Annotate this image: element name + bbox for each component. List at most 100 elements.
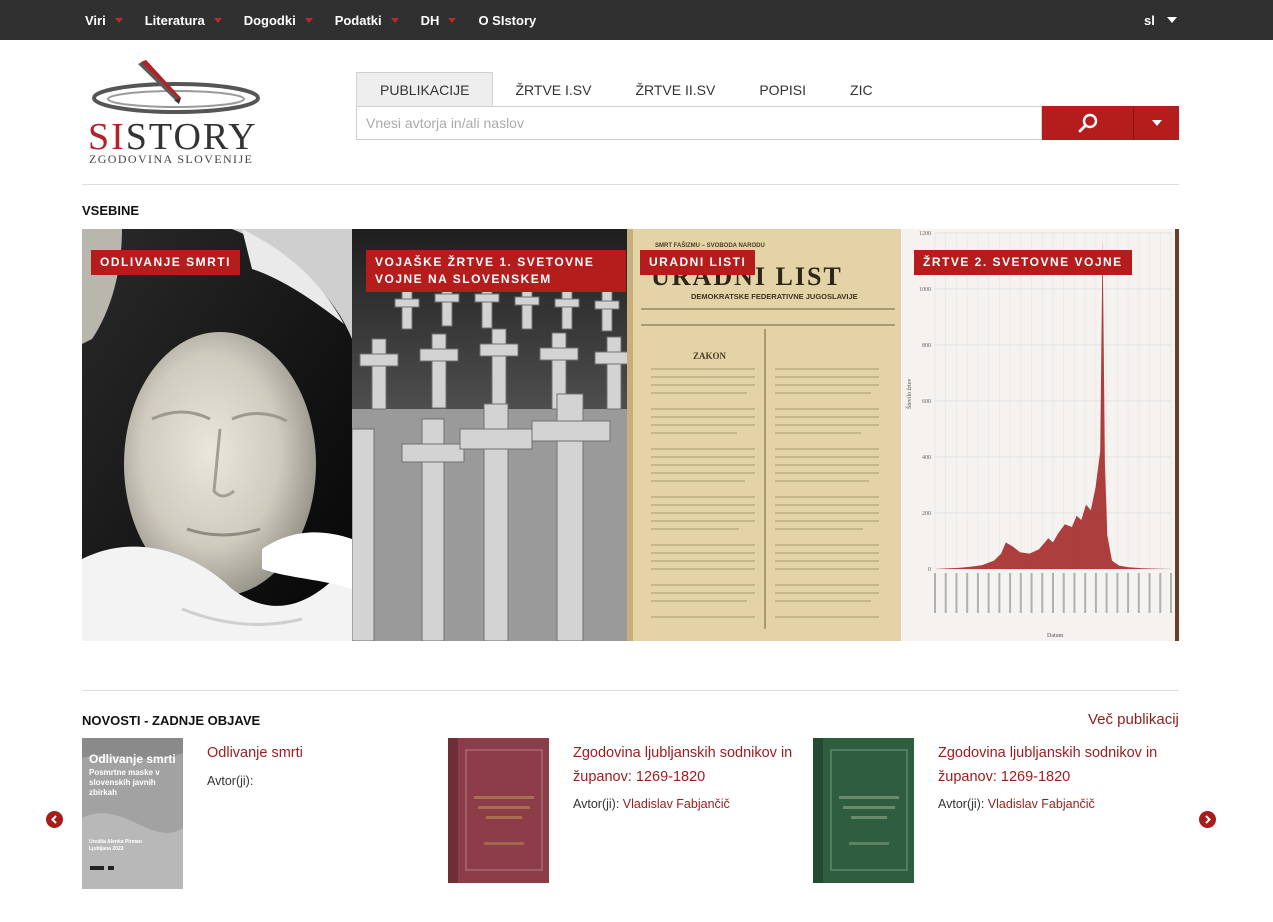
publication-title[interactable]: Zgodovina ljubljanskih sodnikov in župan… <box>573 741 795 789</box>
tile-odlivanje-smrti[interactable]: ODLIVANJE SMRTI <box>82 229 352 641</box>
author-link[interactable]: Vladislav Fabjančič <box>623 797 730 811</box>
tab-publikacije[interactable]: PUBLIKACIJE <box>356 72 494 107</box>
chevron-down-icon <box>1166 17 1177 23</box>
chart-x-tick-mark <box>1137 573 1140 613</box>
menu-item-o-sistory[interactable]: O SIstory <box>478 13 536 28</box>
logo-pen-icon <box>92 60 260 114</box>
cover-texture <box>448 738 549 883</box>
publication-title[interactable]: Odlivanje smrti <box>207 741 422 765</box>
chart-x-tick-mark <box>1105 573 1108 613</box>
chart-x-tick-mark <box>1073 573 1076 613</box>
chart-tick-label: 600 <box>922 399 931 405</box>
chart-x-tick-mark <box>966 573 969 613</box>
author-link[interactable]: Vladislav Fabjančič <box>988 797 1095 811</box>
menu-item-dogodki[interactable]: Dogodki <box>244 13 313 28</box>
menu-item-label: Dogodki <box>243 12 296 28</box>
menu-item-label: O SIstory <box>478 12 537 28</box>
tab-popisi[interactable]: POPISI <box>737 72 828 107</box>
chart-x-tick-mark <box>1084 573 1087 613</box>
chart-x-tick-mark <box>1052 573 1054 613</box>
cover-place-year: Ljubljana 2023 <box>89 846 124 852</box>
tile-label: ODLIVANJE SMRTI <box>91 250 240 275</box>
chevron-down-icon <box>1151 120 1162 126</box>
tab-zrtve-1sv[interactable]: ŽRTVE I.SV <box>493 72 613 107</box>
chart-x-tick-mark <box>1009 573 1012 613</box>
search-options-dropdown[interactable] <box>1133 106 1179 140</box>
tile-zrtve-2sv[interactable]: 1200 1000 800 600 400 200 0 Število žrtev Datu… <box>901 229 1179 641</box>
menu-item-viri[interactable]: Viri <box>85 13 123 28</box>
tile-label: VOJAŠKE ŽRTVE 1. SVETOVNE VOJNE NA SLOVE… <box>366 250 626 292</box>
menu-item-label: Viri <box>85 12 106 28</box>
section-title-vsebine: VSEBINE <box>82 203 140 218</box>
section-title-novosti: NOVOSTI - ZADNJE OBJAVE <box>82 713 261 728</box>
chevron-down-icon <box>390 17 399 23</box>
search-tabs: PUBLIKACIJE ŽRTVE I.SV ŽRTVE II.SV POPIS… <box>356 72 895 107</box>
carousel-next-button[interactable] <box>1199 811 1216 828</box>
publication-title[interactable]: Zgodovina ljubljanskih sodnikov in župan… <box>938 741 1160 789</box>
search-input[interactable] <box>357 107 1041 139</box>
chart-y-label: Število žrtev <box>905 379 913 410</box>
language-label: sl <box>1144 12 1155 28</box>
chart-x-tick-mark <box>987 573 990 613</box>
tab-zrtve-2sv[interactable]: ŽRTVE II.SV <box>613 72 737 107</box>
cover-title: Odlivanje smrti <box>89 752 176 766</box>
chart-x-label: Datum <box>1047 633 1064 639</box>
logo-tagline: ZGODOVINA SLOVENIJE <box>89 152 254 166</box>
chart-x-tick-mark <box>1159 573 1162 613</box>
chevron-down-icon <box>448 17 457 23</box>
chart-x-tick-mark <box>1127 573 1130 613</box>
divider <box>82 690 1179 691</box>
menu-item-label: Podatki <box>334 12 382 28</box>
site-logo[interactable]: SISTORY ZGODOVINA SLOVENIJE <box>86 58 266 170</box>
chart-x-tick-mark <box>1170 573 1172 613</box>
publication-author: Avtor(ji): <box>207 774 254 788</box>
tile-label: URADNI LISTI <box>640 250 756 275</box>
language-selector[interactable]: sl <box>1144 0 1177 40</box>
main-menu: Viri Literatura Dogodki Podatki DH O SIs… <box>85 0 558 40</box>
chevron-down-icon <box>213 17 222 23</box>
tab-zic[interactable]: ZIC <box>828 72 895 107</box>
publication-cover[interactable] <box>813 738 914 883</box>
victims-chart-image: 1200 1000 800 600 400 200 0 Število žrtev Datu… <box>901 229 1179 641</box>
carousel-prev-button[interactable] <box>46 811 63 828</box>
chevron-down-icon <box>304 17 313 23</box>
chart-x-tick-mark <box>1019 573 1022 613</box>
chart-x-tick-mark <box>1030 573 1033 613</box>
chart-tick-label: 1200 <box>919 231 931 237</box>
menu-item-label: Literatura <box>144 12 205 28</box>
death-mask-image <box>82 229 352 641</box>
menu-item-dh[interactable]: DH <box>421 13 457 28</box>
chart-tick-label: 800 <box>922 343 931 349</box>
content-tiles: ODLIVANJE SMRTI VOJAŠKE ŽRTVE 1. SVETOVN… <box>82 229 1179 641</box>
search-icon <box>1078 113 1097 133</box>
divider <box>82 184 1179 185</box>
menu-item-podatki[interactable]: Podatki <box>335 13 399 28</box>
chart-x-tick-mark <box>1094 573 1097 613</box>
publication-author: Avtor(ji): Vladislav Fabjančič <box>938 797 1095 811</box>
tile-vojaske-zrtve-1sv[interactable]: VOJAŠKE ŽRTVE 1. SVETOVNE VOJNE NA SLOVE… <box>352 229 627 641</box>
menu-item-literatura[interactable]: Literatura <box>145 13 222 28</box>
publication-cover[interactable]: Odlivanje smrti Posmrtne maske v slovens… <box>82 738 183 889</box>
chart-x-tick-mark <box>976 573 979 613</box>
publication-cover[interactable] <box>448 738 549 883</box>
newspaper-image: ZAKON SMRT FAŠIZMU – SVOBODA NARODU URAD… <box>627 229 901 641</box>
chevron-down-icon <box>114 17 123 23</box>
chart-tick-label: 1000 <box>919 287 931 293</box>
newspaper-small-header: SMRT FAŠIZMU – SVOBODA NARODU <box>655 241 765 249</box>
chart-x-tick-mark <box>934 573 936 613</box>
tile-uradni-listi[interactable]: ZAKON SMRT FAŠIZMU – SVOBODA NARODU URAD… <box>627 229 901 641</box>
chart-x-tick-mark <box>1062 573 1065 613</box>
chart-tick-label: 200 <box>922 511 931 517</box>
tile-label: ŽRTVE 2. SVETOVNE VOJNE <box>914 250 1132 275</box>
publication-author: Avtor(ji): Vladislav Fabjančič <box>573 797 730 811</box>
search-button[interactable] <box>1042 106 1133 140</box>
more-publications-link[interactable]: Več publikacij <box>1088 711 1179 728</box>
chart-x-tick-mark <box>955 573 958 613</box>
logo-wordmark: SISTORY <box>88 116 258 158</box>
chart-x-tick-mark <box>1148 573 1151 613</box>
chart-tick-label: 0 <box>928 567 931 573</box>
newspaper-subheader: DEMOKRATSKE FEDERATIVNE JUGOSLAVIJE <box>691 292 858 301</box>
chart-x-tick-mark <box>998 573 1001 613</box>
menu-item-label: DH <box>420 12 440 28</box>
chart-tick-label: 400 <box>922 455 931 461</box>
